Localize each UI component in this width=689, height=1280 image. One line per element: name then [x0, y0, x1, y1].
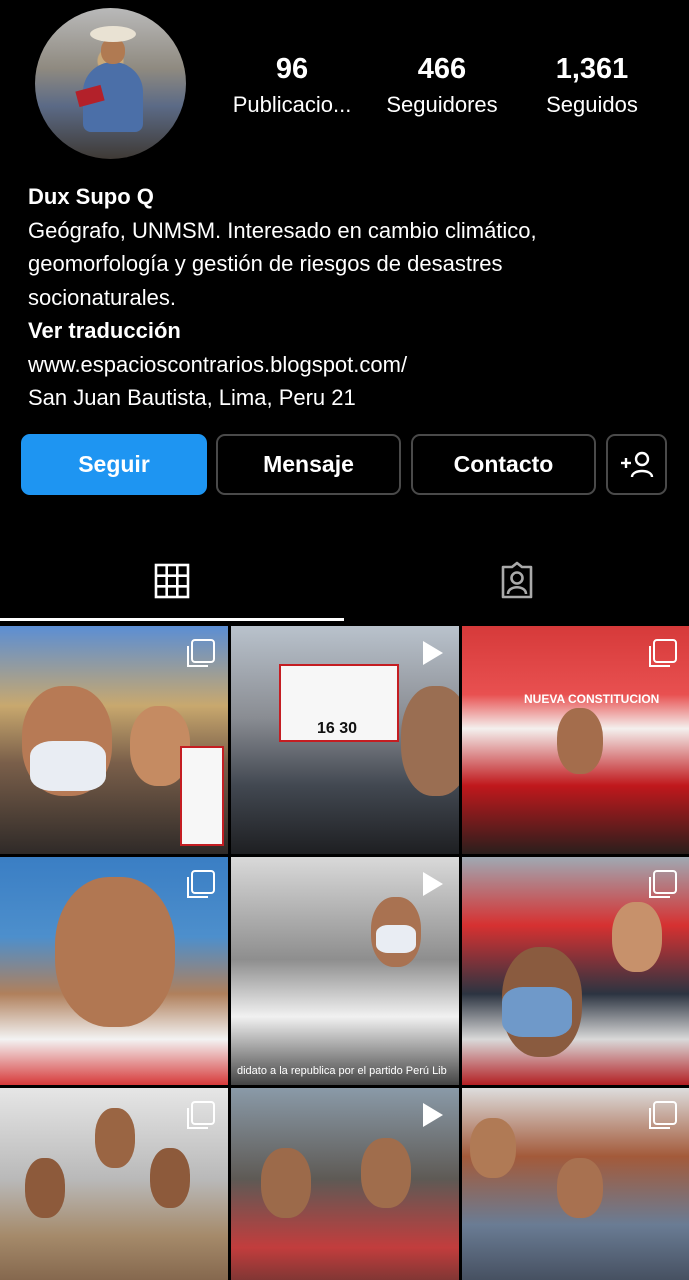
photo-person: [612, 902, 662, 972]
post-thumbnail[interactable]: didato a la republica por el partido Per…: [231, 857, 459, 1085]
photo-sign: [180, 746, 224, 846]
photo-person: [95, 1108, 135, 1168]
stat-following-label: Seguidos: [546, 92, 638, 117]
follow-button[interactable]: Seguir: [21, 434, 207, 495]
photo-person: [55, 877, 175, 1027]
tab-tagged[interactable]: [345, 540, 689, 622]
stat-posts-count: 96: [275, 53, 309, 85]
stat-followers-count: 466: [417, 53, 467, 85]
photo-person: [25, 1158, 65, 1218]
stat-posts[interactable]: 96 Publicacio...: [222, 52, 362, 120]
carousel-icon: [649, 870, 677, 898]
photo-person: [557, 1158, 603, 1218]
bio-line: geomorfología y gestión de riesgos de de…: [28, 251, 503, 276]
see-translation-link[interactable]: Ver traducción: [28, 314, 668, 348]
profile-info: Dux Supo Q Geógrafo, UNMSM. Interesado e…: [28, 180, 668, 415]
photo-mask: [30, 741, 106, 791]
photo-person: [261, 1148, 311, 1218]
grid-icon: [154, 563, 190, 599]
tagged-person-icon: [501, 561, 533, 599]
play-icon: [423, 641, 443, 665]
location-text: San Juan Bautista, Lima, Peru 21: [28, 385, 356, 410]
tab-grid[interactable]: [0, 540, 344, 622]
carousel-icon: [187, 870, 215, 898]
play-icon: [423, 1103, 443, 1127]
stat-following-count: 1,361: [555, 53, 629, 85]
contact-button[interactable]: Contacto: [411, 434, 596, 495]
stat-posts-label: Publicacio...: [232, 92, 352, 117]
stat-followers[interactable]: 466 Seguidores: [372, 52, 512, 120]
carousel-icon: [187, 1101, 215, 1129]
post-thumbnail[interactable]: [462, 857, 689, 1085]
message-button[interactable]: Mensaje: [216, 434, 401, 495]
post-thumbnail[interactable]: 16 30: [231, 626, 459, 854]
carousel-icon: [649, 639, 677, 667]
play-icon: [423, 872, 443, 896]
bio-line: socionaturales.: [28, 284, 176, 310]
photo-mask: [502, 987, 572, 1037]
photo-person: [470, 1118, 516, 1178]
post-thumbnail[interactable]: [0, 626, 228, 854]
add-user-button[interactable]: [606, 434, 667, 495]
active-tab-indicator: [0, 618, 344, 621]
photo-caption: didato a la republica por el partido Per…: [237, 1065, 447, 1077]
stat-followers-label: Seguidores: [386, 92, 498, 117]
photo-caption: NUEVA CONSTITUCION: [524, 692, 660, 706]
avatar-figure-hat: [90, 26, 136, 42]
photo-person: [150, 1148, 190, 1208]
photo-caption: 16 30: [317, 720, 358, 737]
carousel-icon: [187, 639, 215, 667]
post-thumbnail[interactable]: [231, 1088, 459, 1280]
profile-avatar[interactable]: [35, 8, 186, 159]
stat-following[interactable]: 1,361 Seguidos: [522, 52, 662, 120]
bio-line: Geógrafo, UNMSM. Interesado en cambio cl…: [28, 217, 537, 243]
photo-person: [361, 1138, 411, 1208]
photo-mask: [376, 925, 416, 953]
add-person-icon: [620, 451, 653, 477]
photo-person: [401, 686, 459, 796]
website-link[interactable]: www.espacioscontrarios.blogspot.com/: [28, 348, 668, 382]
photo-person: [557, 708, 603, 774]
carousel-icon: [649, 1101, 677, 1129]
post-thumbnail[interactable]: [0, 857, 228, 1085]
post-thumbnail[interactable]: [462, 1088, 689, 1280]
profile-name: Dux Supo Q: [28, 184, 154, 209]
post-thumbnail[interactable]: [0, 1088, 228, 1280]
profile-tabs: [0, 540, 689, 624]
post-thumbnail[interactable]: NUEVA CONSTITUCION: [462, 626, 689, 854]
